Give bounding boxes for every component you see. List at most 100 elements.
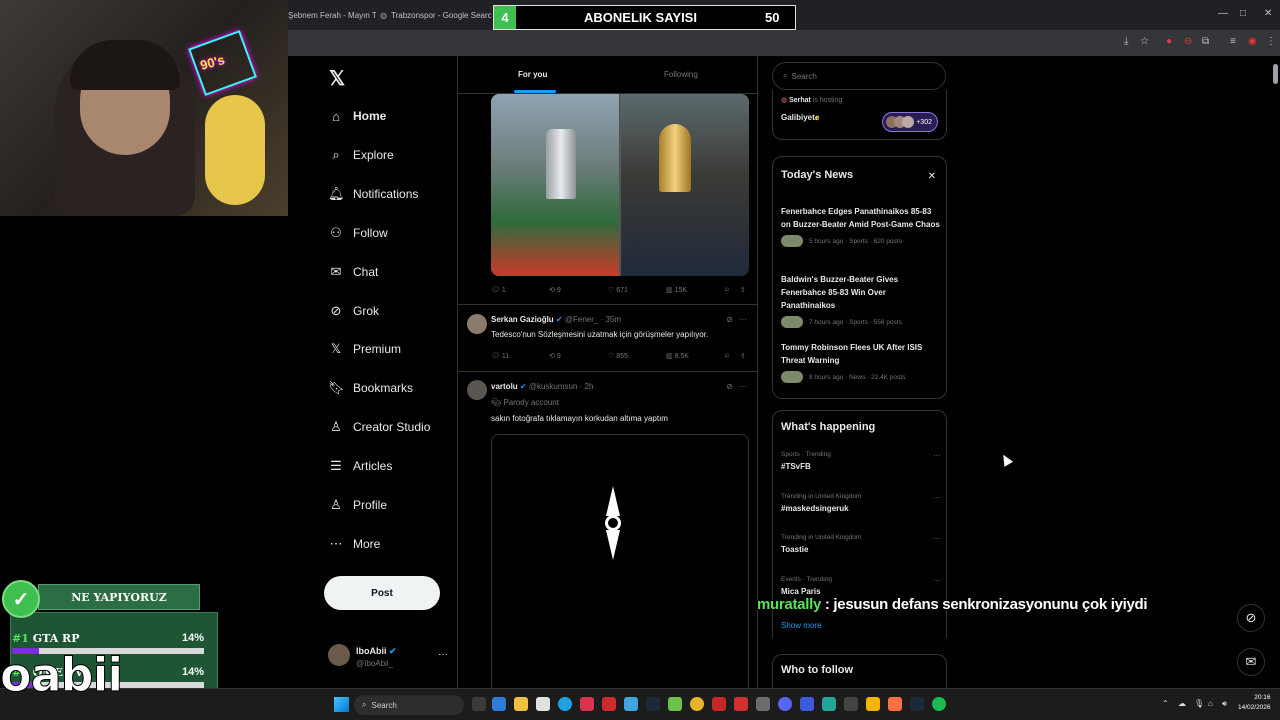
sidebar-item-articles[interactable]: ☰ Articles — [328, 454, 392, 478]
trend-item[interactable]: Events · Trending Mica Paris ··· — [781, 576, 941, 596]
scrollbar[interactable] — [1273, 64, 1278, 84]
live-space-card[interactable]: ◍ Serhat is hosting Galibiyet✊︎ +302 — [772, 90, 947, 140]
windows-start-icon[interactable] — [334, 697, 349, 712]
bookmark-icon[interactable]: ⌑ — [725, 286, 729, 294]
sidebar-item-follow[interactable]: ⚇ Follow — [328, 221, 388, 245]
mic-icon[interactable]: 🎙︎ — [1194, 699, 1204, 708]
tweet[interactable]: Serkan Gazioğlu ✔ @Fener_ · 35m ⊘ ··· Te… — [458, 304, 757, 372]
steam-icon[interactable] — [910, 697, 924, 711]
search-input[interactable]: ⌕ Search — [772, 62, 946, 90]
tab-for-you[interactable]: For you — [518, 70, 547, 79]
bookmark-icon[interactable]: ⌑ — [725, 352, 729, 360]
avatar[interactable]: ◉ — [1248, 36, 1257, 47]
more-icon[interactable]: ··· — [739, 382, 747, 391]
like-button[interactable]: ♡ 855 — [608, 352, 628, 360]
minimize-icon[interactable]: — — [1218, 8, 1228, 19]
trend-item[interactable]: Sports · Trending #TSvFB ··· — [781, 451, 941, 471]
like-button[interactable]: ♡ 671 — [608, 286, 628, 294]
extension-icon[interactable]: ⊖ — [1184, 36, 1192, 47]
extension-icon[interactable]: ● — [1166, 36, 1172, 47]
app-icon[interactable] — [668, 697, 682, 711]
store-icon[interactable] — [536, 697, 550, 711]
tweet-media[interactable] — [491, 94, 749, 276]
reply-button[interactable]: 💬︎ 11 — [491, 352, 509, 360]
install-icon[interactable]: ⤓ — [1124, 36, 1128, 47]
listeners-pill[interactable]: +302 — [882, 112, 938, 132]
views-button[interactable]: ▥ 15K — [666, 286, 687, 294]
sidebar-item-explore[interactable]: ⌕ Explore — [328, 143, 393, 167]
network-icon[interactable]: ⌂ — [1208, 699, 1213, 708]
grok-icon[interactable]: ⊘ — [726, 382, 733, 391]
sidebar-item-premium[interactable]: 𝕏 Premium — [328, 337, 401, 361]
maximize-icon[interactable]: □ — [1240, 8, 1246, 19]
menu-icon[interactable]: ⋮ — [1266, 36, 1276, 47]
author-name[interactable]: Serkan Gazioğlu — [491, 315, 554, 324]
repost-button[interactable]: ⟲ 9 — [549, 352, 561, 360]
app-icon[interactable] — [712, 697, 726, 711]
share-icon[interactable]: ⇪ — [740, 352, 746, 360]
app-icon[interactable] — [844, 697, 858, 711]
repost-button[interactable]: ⟲ 9 — [549, 286, 561, 294]
file-explorer-icon[interactable] — [514, 697, 528, 711]
spotify-icon[interactable] — [932, 697, 946, 711]
app-icon[interactable] — [734, 697, 748, 711]
sidebar-item-notifications[interactable]: 🔔︎ Notifications — [328, 182, 418, 206]
x-logo-icon[interactable]: 𝕏 — [329, 66, 345, 91]
star-icon[interactable]: ☆ — [1140, 36, 1149, 47]
discord-icon[interactable] — [778, 697, 792, 711]
news-item[interactable]: Fenerbahce Edges Panathinaikos 85-83 on … — [781, 205, 941, 247]
news-item[interactable]: Tommy Robinson Flees UK After ISIS Threa… — [781, 341, 941, 383]
chrome-icon[interactable] — [690, 697, 704, 711]
edge-icon[interactable] — [558, 697, 572, 711]
app-icon[interactable] — [756, 697, 770, 711]
account-switcher[interactable]: IboAbii ✔ @IboAbii_ ··· — [328, 644, 453, 674]
taskbar-search[interactable]: ⌕ Search — [354, 695, 464, 715]
tab-following[interactable]: Following — [664, 70, 698, 79]
app-icon[interactable] — [800, 697, 814, 711]
messages-float-button[interactable]: ✉ — [1237, 648, 1265, 676]
more-icon[interactable]: ··· — [438, 649, 448, 660]
show-more-link[interactable]: Show more — [781, 621, 821, 630]
sidebar-item-bookmarks[interactable]: 🔖︎ Bookmarks — [328, 376, 413, 400]
app-icon[interactable] — [888, 697, 902, 711]
close-window-icon[interactable]: ✕ — [1264, 8, 1272, 19]
more-icon[interactable]: ··· — [933, 576, 941, 585]
sidebar-item-creator-studio[interactable]: ♙ Creator Studio — [328, 415, 430, 439]
trend-item[interactable]: Trending in United Kingdom #maskedsingeru… — [781, 493, 941, 513]
grok-float-button[interactable]: ⊘ — [1237, 604, 1265, 632]
views-button[interactable]: ▥ 8.5K — [666, 352, 689, 360]
steam-icon[interactable] — [646, 697, 660, 711]
more-icon[interactable]: ··· — [739, 315, 747, 324]
more-icon[interactable]: ··· — [933, 451, 941, 460]
sidebar-item-more[interactable]: ⋯ More — [328, 532, 381, 556]
app-icon[interactable] — [822, 697, 836, 711]
sidebar-item-grok[interactable]: ⊘ Grok — [328, 299, 379, 323]
post-button[interactable]: Post — [324, 576, 440, 610]
app-icon[interactable] — [602, 697, 616, 711]
widgets-icon[interactable] — [492, 697, 506, 711]
puzzle-icon[interactable]: ⧉ — [1202, 36, 1209, 47]
tray-icon[interactable]: ☁ — [1178, 699, 1186, 708]
task-view-icon[interactable] — [472, 697, 486, 711]
media-icon[interactable]: ≡ — [1230, 36, 1236, 47]
news-item[interactable]: Baldwin's Buzzer-Beater Gives Fenerbahce… — [781, 273, 941, 328]
sidebar-item-chat[interactable]: ✉ Chat — [328, 260, 379, 284]
reply-button[interactable]: 💬︎ 1 — [491, 286, 506, 294]
browser-tab[interactable]: ◍ Trabzonspor - Google Search ✕ — [380, 4, 492, 26]
author-name[interactable]: vartolu — [491, 382, 518, 391]
more-icon[interactable]: ··· — [933, 534, 941, 543]
tweet-media[interactable] — [491, 434, 749, 688]
app-icon[interactable] — [580, 697, 594, 711]
trend-item[interactable]: Trending in United Kingdom Toastie ··· — [781, 534, 941, 554]
sidebar-item-profile[interactable]: ♙ Profile — [328, 493, 387, 517]
app-icon[interactable] — [866, 697, 880, 711]
close-icon[interactable]: ✕ — [928, 171, 936, 182]
share-icon[interactable]: ⇪ — [740, 286, 746, 294]
sidebar-item-home[interactable]: ⌂ Home — [328, 104, 386, 128]
grok-icon[interactable]: ⊘ — [726, 315, 733, 324]
volume-icon[interactable]: 🔊︎ — [1222, 699, 1227, 709]
tray-chevron-icon[interactable]: ⌃ — [1162, 699, 1169, 708]
browser-tab[interactable]: Şebnem Ferah - Mayın T ✕ — [288, 4, 376, 26]
taskbar-clock[interactable]: 20:16 14/02/2026 — [1238, 693, 1271, 713]
more-icon[interactable]: ··· — [933, 493, 941, 502]
